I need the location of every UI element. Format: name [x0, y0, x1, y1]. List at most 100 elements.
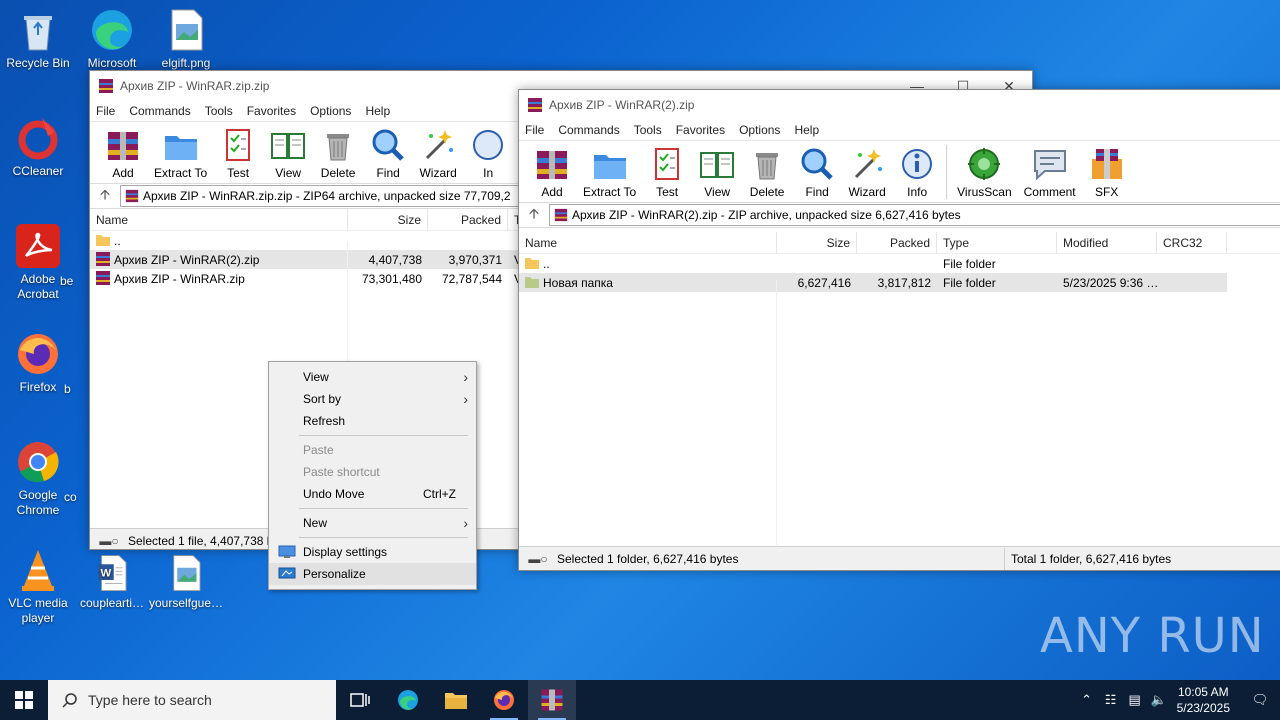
up-arrow-icon[interactable]: 🡩: [519, 203, 549, 227]
taskbar-edge[interactable]: [384, 680, 432, 720]
title-bar[interactable]: Архив ZIP - WinRAR(2).zip: [519, 90, 1280, 120]
desktop-icon-ccleaner[interactable]: CCleaner: [0, 114, 76, 179]
menu-file[interactable]: File: [525, 123, 544, 137]
desktop-icon-label: couplearti…: [79, 596, 145, 610]
button-label: Delete: [749, 185, 785, 199]
path-text: Архив ZIP - WinRAR(2).zip - ZIP archive,…: [572, 208, 961, 222]
address-bar: 🡩 Архив ZIP - WinRAR(2).zip - ZIP archiv…: [519, 202, 1280, 228]
menu-options[interactable]: Options: [739, 123, 780, 137]
desktop-icon-vlc[interactable]: VLC media player: [0, 546, 76, 626]
row-name: ..: [543, 257, 550, 271]
desktop-icon-recycle-bin[interactable]: Recycle Bin: [0, 6, 76, 71]
menu-options[interactable]: Options: [310, 104, 351, 118]
col-size[interactable]: Size: [348, 208, 428, 231]
recycle-bin-icon: [24, 16, 52, 51]
comment-button[interactable]: Comment: [1018, 145, 1082, 199]
test-button[interactable]: Test: [213, 126, 263, 180]
wizard-button[interactable]: Wizard: [842, 145, 892, 199]
menu-favorites[interactable]: Favorites: [247, 104, 296, 118]
winrar-icon: [541, 689, 563, 711]
button-label: View: [275, 166, 302, 180]
menu-tools[interactable]: Tools: [634, 123, 662, 137]
row-packed: 72,787,544: [441, 271, 502, 286]
menu-item-undo-move[interactable]: Undo Move Ctrl+Z: [269, 483, 476, 505]
winrar-window-2[interactable]: Архив ZIP - WinRAR(2).zip File Commands …: [518, 89, 1280, 571]
desktop-icon-yourselfgue[interactable]: yourselfgue…: [148, 552, 224, 611]
network-adapter-icon[interactable]: ☷: [1099, 692, 1123, 708]
clock[interactable]: 10:05 AM 5/23/2025: [1177, 684, 1230, 716]
col-crc32[interactable]: CRC32: [1157, 231, 1227, 254]
path-field[interactable]: Архив ZIP - WinRAR(2).zip - ZIP archive,…: [549, 204, 1280, 226]
find-button[interactable]: Find: [363, 126, 413, 180]
status-text-left: Selected 1 folder, 6,627,416 bytes: [557, 547, 1005, 570]
col-name[interactable]: Name: [90, 208, 348, 231]
network-icon[interactable]: ▤: [1123, 692, 1147, 708]
wizard-button[interactable]: Wizard: [413, 126, 463, 180]
info-button[interactable]: Info: [892, 145, 942, 199]
menu-item-display-settings[interactable]: Display settings: [269, 541, 476, 563]
menu-commands[interactable]: Commands: [129, 104, 190, 118]
desktop-icon-acrobat[interactable]: Adobe Acrobat: [0, 222, 76, 302]
windows-logo-icon: [15, 691, 33, 709]
volume-icon[interactable]: 🔈: [1147, 692, 1171, 708]
col-modified[interactable]: Modified: [1057, 231, 1157, 254]
task-view-button[interactable]: [336, 680, 384, 720]
menu-help[interactable]: Help: [794, 123, 819, 137]
up-arrow-icon[interactable]: 🡩: [90, 184, 120, 208]
taskbar-winrar[interactable]: [528, 680, 576, 720]
magic-wand-icon: [426, 130, 454, 160]
add-button[interactable]: Add: [527, 145, 577, 199]
taskbar-file-explorer[interactable]: [432, 680, 480, 720]
virusscan-button[interactable]: VirusScan: [951, 145, 1017, 199]
desktop-icon-couplearti[interactable]: W couplearti…: [74, 552, 150, 611]
button-label: Comment: [1023, 185, 1076, 199]
find-button[interactable]: Find: [792, 145, 842, 199]
menu-favorites[interactable]: Favorites: [676, 123, 725, 137]
notifications-icon[interactable]: 🗨: [1240, 692, 1280, 708]
menu-item-label: Paste shortcut: [303, 465, 380, 479]
add-button[interactable]: Add: [98, 126, 148, 180]
col-packed[interactable]: Packed: [857, 231, 937, 254]
menu-commands[interactable]: Commands: [558, 123, 619, 137]
menu-separator: [299, 435, 468, 436]
col-packed[interactable]: Packed: [428, 208, 508, 231]
search-placeholder: Type here to search: [88, 692, 212, 708]
winrar-icon: [554, 208, 568, 222]
col-size[interactable]: Size: [777, 231, 857, 254]
desktop-icon-elgift[interactable]: elgift.png: [148, 6, 224, 71]
sfx-button[interactable]: SFX: [1082, 145, 1132, 199]
search-box[interactable]: Type here to search: [48, 680, 336, 720]
extract-to-button[interactable]: Extract To: [148, 126, 213, 180]
desktop-icon-edge[interactable]: Microsoft: [74, 6, 150, 71]
chevron-right-icon: ›: [463, 515, 468, 531]
test-button[interactable]: Test: [642, 145, 692, 199]
row-type: File folder: [943, 256, 996, 271]
list-item[interactable]: Новая папка 6,627,416 3,817,812 File fol…: [519, 273, 1227, 292]
col-name[interactable]: Name: [519, 231, 777, 254]
list-item[interactable]: .. File folder: [519, 254, 1280, 273]
view-button[interactable]: View: [692, 145, 742, 199]
menu-item-view[interactable]: View ›: [269, 366, 476, 388]
view-button[interactable]: View: [263, 126, 313, 180]
menu-item-personalize[interactable]: Personalize: [269, 563, 476, 585]
menu-file[interactable]: File: [96, 104, 115, 118]
button-label: Add: [541, 185, 563, 199]
menu-item-shortcut: Ctrl+Z: [423, 487, 456, 501]
menu-item-new[interactable]: New ›: [269, 512, 476, 534]
taskbar-firefox[interactable]: [480, 680, 528, 720]
start-button[interactable]: [0, 680, 48, 720]
desktop-icon-label: VLC media player: [8, 596, 68, 625]
delete-button[interactable]: Delete: [742, 145, 792, 199]
extract-to-button[interactable]: Extract To: [577, 145, 642, 199]
delete-button[interactable]: Delete: [313, 126, 363, 180]
menu-item-refresh[interactable]: Refresh: [269, 410, 476, 432]
chevron-up-icon[interactable]: ⌃: [1075, 692, 1099, 708]
col-type[interactable]: Type: [937, 231, 1057, 254]
system-tray: ⌃ ☷ ▤ 🔈 10:05 AM 5/23/2025 🗨: [1075, 680, 1280, 720]
clock-date: 5/23/2025: [1176, 701, 1230, 715]
menu-tools[interactable]: Tools: [205, 104, 233, 118]
menu-item-sort-by[interactable]: Sort by ›: [269, 388, 476, 410]
menu-help[interactable]: Help: [365, 104, 390, 118]
desktop-icon-chrome[interactable]: Google Chrome: [0, 438, 76, 518]
info-button[interactable]: In: [463, 126, 513, 180]
